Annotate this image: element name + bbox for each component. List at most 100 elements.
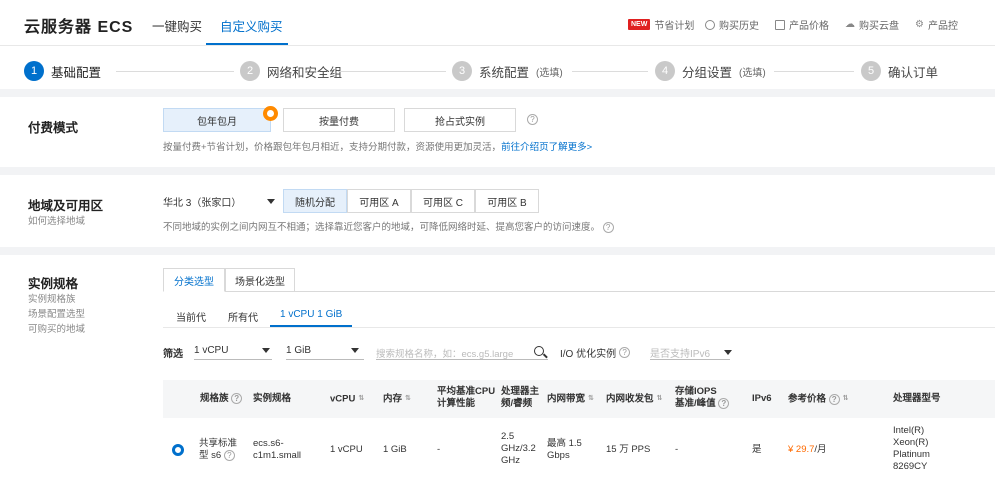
row-model-line3: Platinum [893,449,930,460]
col-mem-label: 内存 [383,393,403,405]
tab-category-select[interactable]: 分类选型 [163,268,225,292]
spec-family-link[interactable]: 实例规格族 [28,293,76,307]
row-price: ¥ 29.7/月 [788,444,827,456]
step-optional: (选填) [739,67,766,79]
sort-icon[interactable]: ⇅ [358,393,364,405]
subtab-all-gen[interactable]: 所有代 [228,309,258,324]
search-underline [376,359,548,360]
step-group-settings[interactable]: 4 分组设置 (选填) [655,61,766,81]
active-tab-indicator [206,43,288,45]
row-vcpu: 1 vCPU [330,444,363,455]
help-icon[interactable]: ? [231,393,243,404]
billing-subscription-button[interactable]: 包年包月 [163,108,271,132]
col-iops: 存储IOPS 基准/峰值 ? [675,386,730,410]
col-pps[interactable]: 内网收发包 ⇅ [606,393,662,406]
col-price-label: 参考价格 [788,393,827,405]
help-icon[interactable]: ? [602,221,614,233]
product-price-link[interactable]: 产品价格 [775,17,829,32]
region-select-value: 华北 3（张家口） [163,198,242,209]
help-icon[interactable]: ? [223,450,235,461]
col-vcpu[interactable]: vCPU ⇅ [330,393,364,406]
purchase-history-link[interactable]: 购买历史 [705,17,759,32]
row-spec-line2: c1m1.small [253,450,302,461]
mem-filter-underline [286,359,364,360]
region-hint-text: 不同地域的实例之间内网互不相通；选择靠近您客户的地域，可降低网络时延、提高您客户… [163,222,601,233]
row-select-radio[interactable] [172,444,184,456]
col-family-label: 规格族 [200,393,229,405]
billing-section: 付费模式 包年包月 按量付费 抢占式实例 ? 按量付费+节省计划，价格跟包年包月… [0,97,995,167]
ipv6-filter-select[interactable]: 是否支持IPv6 [650,345,733,360]
product-more-link[interactable]: ⚙ 产品控 [915,17,958,32]
billing-hint: 按量付费+节省计划，价格跟包年包月相近，支持分期付款，资源使用更加灵活，前往介绍… [163,139,592,153]
tab-quick-buy[interactable]: 一键购买 [152,16,202,35]
step-system-config[interactable]: 3 系统配置 (选填) [452,61,563,81]
zone-a-button[interactable]: 可用区 A [347,189,411,213]
vcpu-filter-select[interactable]: 1 vCPU [194,345,271,356]
step-optional: (选填) [536,67,563,79]
region-select[interactable]: 华北 3（张家口） [163,194,276,209]
billing-learn-more-link[interactable]: 前往介绍页了解更多> [501,142,592,153]
row-model: Intel(R) Xeon(R) Platinum 8269CY [893,425,930,473]
row-spec-line1: ecs.s6- [253,438,284,449]
step-bar: 1 基础配置 2 网络和安全组 3 系统配置 (选填) 4 分组设置 (选填) … [0,47,995,97]
step-confirm-order[interactable]: 5 确认订单 [861,61,938,81]
vcpu-filter-value: 1 vCPU [194,345,229,356]
step-basic-config[interactable]: 1 基础配置 [24,61,101,81]
col-bandwidth[interactable]: 内网带宽 ⇅ [547,393,594,406]
help-icon[interactable]: ? [828,393,840,405]
ipv6-filter-underline [650,359,730,360]
step-number: 4 [655,61,675,81]
subtab-current-gen[interactable]: 当前代 [176,309,206,324]
row-baseline: - [437,444,441,455]
zone-b-button[interactable]: 可用区 B [475,189,539,213]
zone-c-button[interactable]: 可用区 C [411,189,475,213]
sort-icon[interactable]: ⇅ [588,393,594,405]
search-icon[interactable] [534,346,544,356]
region-hint: 不同地域的实例之间内网互不相通；选择靠近您客户的地域，可降低网络时延、提高您客户… [163,219,614,233]
row-bandwidth: 最高 1.5 Gbps [547,438,582,462]
mem-filter-select[interactable]: 1 GiB [286,345,360,356]
purchase-history-label: 购买历史 [719,21,759,32]
row-model-line2: Xeon(R) [893,437,929,448]
zone-random-button[interactable]: 随机分配 [283,189,347,213]
step-network[interactable]: 2 网络和安全组 [240,61,342,81]
billing-hint-text: 按量付费+节省计划，价格跟包年包月相近，支持分期付款，资源使用更加灵活， [163,142,502,153]
sort-icon[interactable]: ⇅ [405,393,411,405]
spec-scenario-link[interactable]: 场景配置选型 [28,308,85,322]
row-price-value: ¥ 29.7 [788,444,815,455]
sort-icon[interactable]: ⇅ [843,393,849,405]
tab-custom-buy[interactable]: 自定义购买 [220,16,283,35]
row-family: 共享标准 型 s6 ? [199,438,237,462]
subtab-1c1g[interactable]: 1 vCPU 1 GiB [280,309,342,320]
help-icon[interactable]: ? [527,114,538,125]
row-family-line2: 型 s6 [199,450,222,462]
spec-search-input[interactable]: 搜索规格名称，如：ecs.g5.large [376,346,513,360]
spec-region-link[interactable]: 可购买的地域 [28,323,85,337]
step-connector [338,71,446,72]
row-spec: ecs.s6- c1m1.small [253,438,301,462]
io-optimized-label: I/O 优化实例 [560,349,617,360]
row-model-line4: 8269CY [893,461,928,472]
row-mem: 1 GiB [383,444,407,455]
col-mem[interactable]: 内存 ⇅ [383,393,411,406]
help-icon[interactable]: ? [619,347,631,358]
billing-payg-button[interactable]: 按量付费 [283,108,395,132]
step-number: 2 [240,61,260,81]
savings-plan-link[interactable]: NEW 节省计划 [628,17,694,32]
row-family-line1: 共享标准 [199,438,238,449]
calculator-icon [775,19,785,30]
col-family[interactable]: 规格族 ? [200,393,243,405]
help-icon[interactable]: ? [718,398,730,409]
col-price[interactable]: 参考价格 ? ⇅ [788,393,849,406]
sort-icon[interactable]: ⇅ [657,393,663,405]
clock-icon [705,19,715,30]
io-optimized-filter[interactable]: I/O 优化实例 ? [560,345,631,360]
region-help-link[interactable]: 如何选择地域 [28,215,85,229]
step-connector [774,71,854,72]
chevron-down-icon [267,199,276,204]
col-cpu-freq-line1: 处理器主 [501,386,540,397]
buy-disk-link[interactable]: ☁ 购买云盘 [845,17,899,32]
billing-spot-button[interactable]: 抢占式实例 [404,108,516,132]
tab-scenario-select[interactable]: 场景化选型 [225,268,295,292]
col-vcpu-label: vCPU [330,393,356,405]
